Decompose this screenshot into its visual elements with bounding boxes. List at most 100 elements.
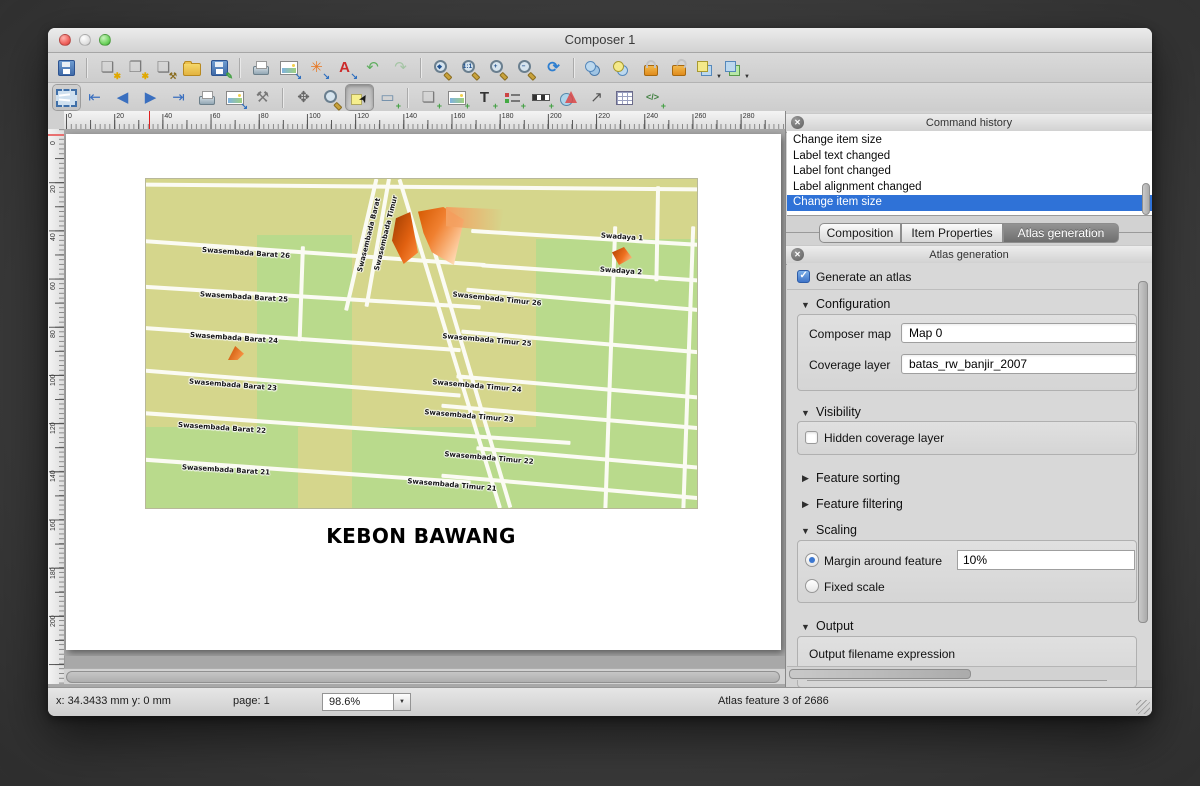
export-image-button[interactable]: ↘ <box>275 55 302 80</box>
export-pdf-button[interactable]: A↘ <box>331 55 358 80</box>
print-atlas-button[interactable] <box>193 85 220 110</box>
redo-icon: ↷ <box>394 60 407 75</box>
composition-canvas[interactable]: Swasembada Barat 26Swasembada Barat 25Sw… <box>64 129 786 656</box>
raise-items-button[interactable]: ▼ <box>693 55 720 80</box>
history-item[interactable]: Label alignment changed <box>787 180 1152 196</box>
horizontal-ruler[interactable]: 020406080100120140160180200220240260280 <box>64 111 786 130</box>
print-icon <box>253 61 269 75</box>
feature-filtering-header[interactable]: Feature filtering <box>816 497 903 511</box>
select-move-item-button[interactable] <box>346 85 373 110</box>
composer-manager-button[interactable]: ❏⚒ <box>150 55 177 80</box>
zoom-tool-button[interactable] <box>318 85 345 110</box>
scrollbar-thumb[interactable] <box>789 669 971 679</box>
configuration-header[interactable]: Configuration <box>816 297 890 311</box>
history-item[interactable]: Label font changed <box>787 164 1152 180</box>
save-project-button[interactable] <box>53 55 80 80</box>
save-as-template-button[interactable]: ✎ <box>206 55 233 80</box>
add-attribute-table-button[interactable] <box>611 85 638 110</box>
scrollbar-thumb[interactable] <box>66 671 780 683</box>
close-window-button[interactable] <box>59 34 71 46</box>
close-panel-icon[interactable]: ✕ <box>791 116 804 129</box>
zoom-full-button[interactable]: ❖ <box>428 55 455 80</box>
add-shape-button[interactable] <box>555 85 582 110</box>
refresh-view-button[interactable]: ⟳ <box>540 55 567 80</box>
feature-sorting-header[interactable]: Feature sorting <box>816 471 900 485</box>
minimize-window-button[interactable] <box>79 34 91 46</box>
margin-around-feature-radio[interactable] <box>805 553 819 567</box>
load-template-button[interactable] <box>178 55 205 80</box>
tab-item-properties[interactable]: Item Properties <box>901 223 1003 243</box>
pan-button[interactable]: ✥ <box>290 85 317 110</box>
unlock-items-button[interactable] <box>665 55 692 80</box>
badge-icon: + <box>437 102 442 111</box>
add-scalebar-button[interactable]: + <box>527 85 554 110</box>
add-image-button[interactable]: + <box>443 85 470 110</box>
add-html-frame-button[interactable]: </>+ <box>639 85 666 110</box>
badge-icon: + <box>396 102 401 111</box>
zoom-in-button[interactable]: + <box>484 55 511 80</box>
export-svg-button[interactable]: ✳↘ <box>303 55 330 80</box>
zoom-level-combobox[interactable]: 98.6% <box>322 693 394 711</box>
composer-map-combobox[interactable]: Map 0 <box>901 323 1137 343</box>
redo-button[interactable]: ↷ <box>387 55 414 80</box>
vertical-ruler[interactable]: 020406080100120140160180200 <box>48 129 65 684</box>
atlas-settings-button[interactable]: ⚒ <box>249 85 276 110</box>
new-composition-button[interactable]: ❏✱ <box>94 55 121 80</box>
zoom-level-dropdown-icon[interactable]: ▼ <box>393 693 411 711</box>
add-arrow-button[interactable]: ↗ <box>583 85 610 110</box>
undo-button[interactable]: ↶ <box>359 55 386 80</box>
print-button[interactable] <box>247 55 274 80</box>
hidden-coverage-layer-checkbox[interactable] <box>805 431 818 444</box>
command-history-titlebar: ✕ Command history <box>786 113 1152 133</box>
add-new-map-button[interactable]: ❏+ <box>415 85 442 110</box>
history-item[interactable]: Label text changed <box>787 149 1152 165</box>
close-panel-icon[interactable]: ✕ <box>791 248 804 261</box>
atlas-previous-feature-button[interactable]: ◀ <box>109 85 136 110</box>
visibility-header[interactable]: Visibility <box>816 405 861 419</box>
generate-atlas-checkbox[interactable] <box>797 270 810 283</box>
disclosure-open-icon[interactable]: ▼ <box>801 408 810 418</box>
resize-grip[interactable] <box>1136 700 1150 714</box>
generate-atlas-label: Generate an atlas <box>816 270 911 284</box>
atlas-panel-vertical-scrollbar[interactable] <box>1138 281 1148 623</box>
atlas-preview-button[interactable] <box>53 85 80 110</box>
atlas-panel-horizontal-scrollbar[interactable] <box>787 666 1136 680</box>
coverage-layer-combobox[interactable]: batas_rw_banjir_2007 <box>901 354 1137 374</box>
history-item[interactable]: Change item size <box>787 195 1152 211</box>
atlas-last-feature-button[interactable]: ⇥ <box>165 85 192 110</box>
tab-atlas-generation[interactable]: Atlas generation <box>1003 223 1119 243</box>
export-atlas-button[interactable]: ↘ <box>221 85 248 110</box>
duplicate-composition-button[interactable]: ❐✱ <box>122 55 149 80</box>
margin-around-feature-input[interactable] <box>957 550 1135 570</box>
lock-items-button[interactable] <box>637 55 664 80</box>
title-bar[interactable]: Composer 1 <box>48 28 1152 53</box>
disclosure-closed-icon[interactable]: ▶ <box>802 473 809 484</box>
disclosure-open-icon[interactable]: ▼ <box>801 300 810 310</box>
zoom-one-to-one-button[interactable]: 1:1 <box>456 55 483 80</box>
add-legend-icon <box>505 92 520 104</box>
disclosure-open-icon[interactable]: ▼ <box>801 526 810 536</box>
move-item-content-button[interactable]: ▭+ <box>374 85 401 110</box>
tab-composition[interactable]: Composition <box>819 223 901 243</box>
add-label-button[interactable]: T+ <box>471 85 498 110</box>
command-history-scrollbar[interactable] <box>1142 183 1150 215</box>
map-title-label[interactable]: KEBON BAWANG <box>326 524 516 548</box>
zoom-window-button[interactable] <box>99 34 111 46</box>
disclosure-closed-icon[interactable]: ▶ <box>802 499 809 510</box>
map-item[interactable]: Swasembada Barat 26Swasembada Barat 25Sw… <box>146 179 697 508</box>
align-items-button[interactable]: ▼ <box>721 55 748 80</box>
fixed-scale-radio[interactable] <box>805 579 819 593</box>
canvas-horizontal-scrollbar[interactable] <box>64 668 786 684</box>
history-item[interactable]: Change item size <box>787 133 1152 149</box>
atlas-next-feature-button[interactable]: ▶ <box>137 85 164 110</box>
output-header[interactable]: Output <box>816 619 854 633</box>
command-history-list[interactable]: Change item sizeLabel text changedLabel … <box>787 131 1152 216</box>
zoom-out-button[interactable]: − <box>512 55 539 80</box>
disclosure-open-icon[interactable]: ▼ <box>801 622 810 632</box>
atlas-first-feature-button[interactable]: ⇤ <box>81 85 108 110</box>
group-items-button[interactable] <box>581 55 608 80</box>
badge-icon: ↘ <box>322 72 330 81</box>
ungroup-items-button[interactable] <box>609 55 636 80</box>
scaling-header[interactable]: Scaling <box>816 523 857 537</box>
add-legend-button[interactable]: + <box>499 85 526 110</box>
